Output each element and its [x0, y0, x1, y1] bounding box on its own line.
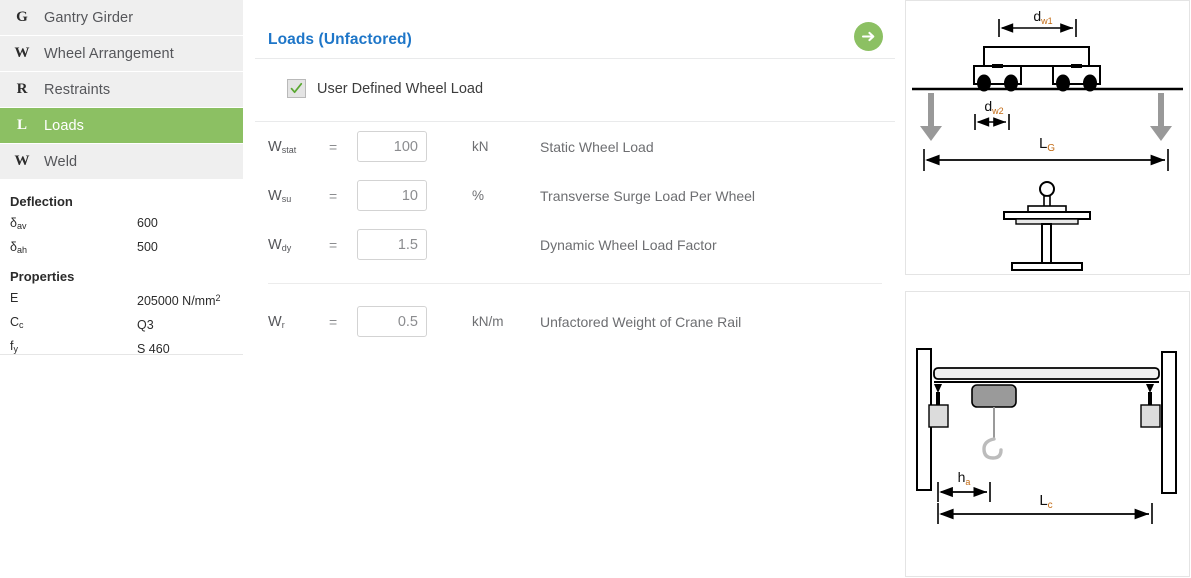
property-row-e: E 205000 N/mm2 [10, 288, 243, 312]
field-row-wstat: Wstat = kN Static Wheel Load [255, 122, 895, 171]
field-row-wdy: Wdy = Dynamic Wheel Load Factor [255, 220, 895, 269]
wr-input[interactable] [357, 306, 427, 337]
field-symbol-wdy: Wdy [268, 236, 292, 253]
equals-sign: = [329, 313, 338, 330]
field-row-wr: Wr = kN/m Unfactored Weight of Crane Rai… [255, 297, 895, 346]
sidebar-item-icon-letter: W [14, 45, 30, 61]
equals-sign: = [329, 187, 338, 204]
sidebar-item-restraints[interactable]: R Restraints [0, 72, 243, 108]
label-dw2: dw2 [984, 98, 1003, 116]
deflection-row-av: δav 600 [10, 213, 243, 237]
user-defined-wheel-load-row: User Defined Wheel Load [255, 58, 895, 122]
panel-header: Loads (Unfactored) [255, 0, 895, 59]
field-symbol-wr: Wr [268, 313, 285, 330]
field-symbol-wstat: Wstat [268, 138, 297, 155]
user-defined-wheel-load-checkbox[interactable] [287, 79, 306, 98]
field-description-wr: Unfactored Weight of Crane Rail [540, 313, 742, 330]
sidebar-item-icon-letter: W [14, 153, 30, 169]
deflection-key-av: δav [10, 216, 27, 231]
field-row-wsu: Wsu = % Transverse Surge Load Per Wheel [255, 171, 895, 220]
crane-span-diagram: ha Lc [916, 348, 1177, 524]
field-unit-wsu: % [472, 188, 485, 203]
fields-divider [268, 283, 882, 284]
sidebar: G Gantry Girder W Wheel Arrangement R Re… [0, 0, 243, 356]
property-key-fy: fy [10, 339, 18, 354]
property-key-e: E [10, 291, 19, 305]
sidebar-item-icon-letter: R [16, 81, 28, 97]
sidebar-item-label: Wheel Arrangement [44, 45, 174, 62]
user-defined-wheel-load-label: User Defined Wheel Load [317, 80, 484, 97]
sidebar-item-icon-letter: L [16, 117, 27, 133]
sidebar-item-label: Weld [44, 153, 78, 170]
property-key-cc: Cc [10, 315, 24, 330]
field-description-wsu: Transverse Surge Load Per Wheel [540, 187, 756, 204]
properties-heading: Properties [10, 269, 75, 284]
label-lc: Lc [1039, 492, 1052, 511]
sidebar-item-label: Restraints [44, 81, 111, 98]
label-dw1: dw1 [1033, 8, 1052, 26]
label-ha: ha [958, 469, 971, 487]
sidebar-item-loads[interactable]: L Loads [0, 108, 243, 144]
field-unit-wstat: kN [472, 139, 489, 154]
equals-sign: = [329, 138, 338, 155]
property-value-cc: Q3 [137, 318, 154, 332]
sidebar-item-label: Loads [44, 117, 85, 134]
property-value-fy: S 460 [137, 342, 170, 356]
field-description-wstat: Static Wheel Load [540, 138, 654, 155]
wstat-input[interactable] [357, 131, 427, 162]
next-step-button[interactable] [854, 22, 883, 51]
sidebar-item-label: Gantry Girder [44, 9, 134, 26]
gantry-girder-elevation-diagram: dw1 dw2 LG [912, 8, 1183, 271]
deflection-row-ah: δah 500 [10, 237, 243, 261]
sidebar-item-wheel-arrangement[interactable]: W Wheel Arrangement [0, 36, 243, 72]
field-description-wdy: Dynamic Wheel Load Factor [540, 236, 717, 253]
deflection-key-ah: δah [10, 240, 27, 255]
wsu-input[interactable] [357, 180, 427, 211]
field-symbol-wsu: Wsu [268, 187, 292, 204]
arrow-right-icon [861, 31, 875, 42]
property-row-cc: Cc Q3 [10, 312, 243, 336]
sidebar-item-gantry-girder[interactable]: G Gantry Girder [0, 0, 243, 36]
equals-sign: = [329, 236, 338, 253]
sidebar-properties-panel: Deflection δav 600 δah 500 Properties E … [0, 180, 243, 360]
deflection-value-ah: 500 [137, 240, 158, 254]
property-row-fy: fy S 460 [10, 336, 243, 360]
property-value-e: 205000 N/mm2 [137, 293, 221, 308]
page-title: Loads (Unfactored) [268, 31, 412, 48]
check-icon [290, 82, 303, 94]
deflection-heading: Deflection [10, 194, 73, 209]
main-panel: Loads (Unfactored) User Defined Wheel Lo… [255, 0, 895, 578]
wdy-input[interactable] [357, 229, 427, 260]
gantry-girder-elevation-figure: dw1 dw2 LG [905, 0, 1190, 275]
field-unit-wr: kN/m [472, 314, 504, 329]
sidebar-item-icon-letter: G [16, 9, 28, 25]
label-lg: LG [1039, 135, 1055, 154]
crane-span-figure: ha Lc [905, 291, 1190, 577]
sidebar-item-weld[interactable]: W Weld [0, 144, 243, 180]
deflection-value-av: 600 [137, 216, 158, 230]
fields-list: Wstat = kN Static Wheel Load Wsu = % Tra… [255, 122, 895, 346]
